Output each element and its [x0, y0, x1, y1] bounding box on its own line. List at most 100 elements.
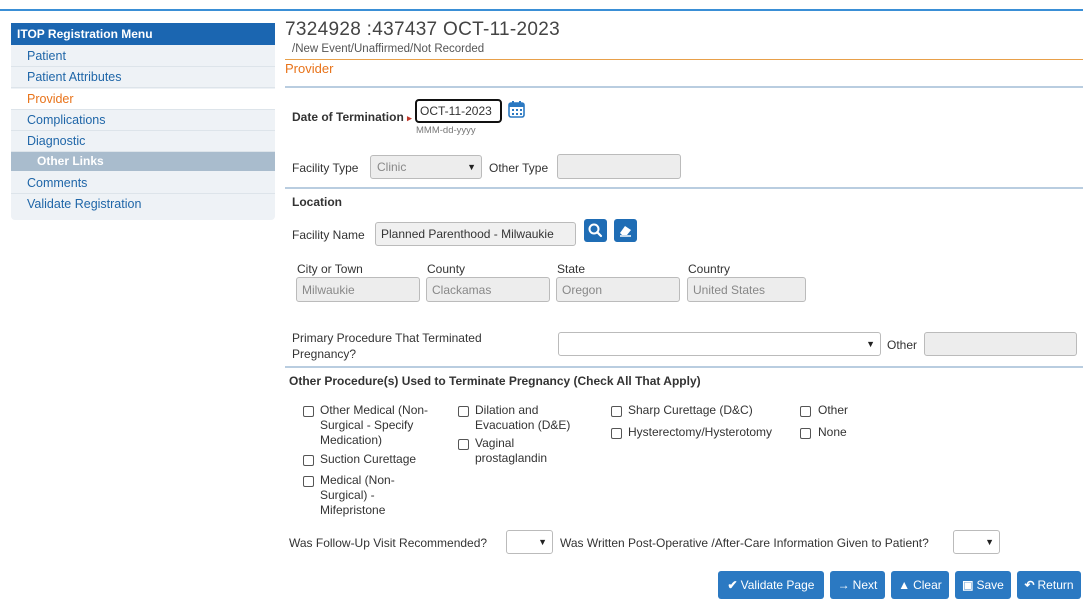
section-title: Provider: [285, 61, 334, 76]
label-line: Dilation and: [475, 403, 539, 417]
checkbox-other[interactable]: [800, 406, 811, 417]
label-hysterectomy: Hysterectomy/Hysterotomy: [628, 425, 773, 439]
checkbox-suction-curettage[interactable]: [303, 455, 314, 466]
sidebar-item-patient-attributes[interactable]: Patient Attributes: [11, 67, 275, 88]
location-divider: [285, 187, 1083, 189]
check-circle-icon: ✔: [727, 578, 738, 592]
state-label: State: [557, 262, 586, 276]
label-vaginal-prostaglandin: Vaginal prostaglandin: [475, 436, 547, 466]
label-none: None: [818, 425, 847, 439]
state-input[interactable]: [556, 277, 680, 302]
sidebar-title: ITOP Registration Menu: [11, 23, 275, 45]
next-button[interactable]: → Next: [830, 571, 885, 599]
sidebar-item-other-links[interactable]: Other Links: [11, 152, 275, 171]
county-input[interactable]: [426, 277, 550, 302]
facility-type-select[interactable]: Clinic ▼: [370, 155, 482, 179]
label-mifepristone: Medical (Non- Surgical) - Mifepristone: [320, 473, 395, 518]
next-label: Next: [852, 578, 878, 592]
followup-select[interactable]: ▼: [506, 530, 553, 554]
other-procedures-label: Other Procedure(s) Used to Terminate Pre…: [289, 374, 701, 388]
facility-name-label: Facility Name: [292, 228, 365, 242]
label-line: Medical (Non-: [320, 473, 395, 487]
county-label: County: [427, 262, 466, 276]
primary-other-label: Other: [887, 338, 918, 352]
primary-procedure-label-line2: Pregnancy?: [292, 347, 357, 361]
primary-procedure-label-line1: Primary Procedure That Terminated: [292, 331, 482, 345]
clear-facility-button[interactable]: [614, 219, 637, 242]
label-line: Other Medical (Non-: [320, 403, 429, 417]
checkbox-vaginal-prostaglandin[interactable]: [458, 439, 469, 450]
sidebar-item-diagnostic[interactable]: Diagnostic: [11, 131, 275, 152]
checkbox-sharp-curettage[interactable]: [611, 406, 622, 417]
header-divider: [285, 59, 1083, 60]
required-marker: ▸: [407, 113, 412, 123]
country-label: Country: [688, 262, 731, 276]
top-bar-line: [0, 9, 1083, 11]
chevron-down-icon: ▼: [538, 537, 547, 547]
search-icon: [588, 223, 603, 238]
checkbox-hysterectomy[interactable]: [611, 428, 622, 439]
primary-other-input[interactable]: [924, 332, 1077, 356]
section-divider: [285, 86, 1083, 88]
label-sharp-curettage: Sharp Curettage (D&C): [628, 403, 753, 417]
floppy-disk-icon: ▣: [962, 578, 974, 592]
label-line: Mifepristone: [320, 503, 386, 517]
top-bar: [0, 0, 1083, 9]
date-format-hint: MMM-dd-yyyy: [416, 125, 476, 136]
sidebar-item-complications[interactable]: Complications: [11, 110, 275, 131]
eraser-icon: ▲: [898, 578, 911, 592]
chevron-down-icon: ▼: [866, 339, 875, 349]
search-button[interactable]: [584, 219, 607, 242]
checkbox-other-medical[interactable]: [303, 406, 314, 417]
return-label: Return: [1037, 578, 1074, 592]
sidebar-item-provider[interactable]: Provider: [11, 89, 275, 110]
sidebar-item-validate-registration[interactable]: Validate Registration: [11, 194, 275, 215]
validate-label: Validate Page: [740, 578, 815, 592]
postop-label: Was Written Post-Operative /After-Care I…: [560, 536, 929, 550]
label-line: Evacuation (D&E): [475, 418, 571, 432]
termination-label-wrap: Date of Termination ▸: [292, 110, 412, 124]
return-button[interactable]: ↶ Return: [1017, 571, 1081, 599]
followup-label: Was Follow-Up Visit Recommended?: [289, 536, 488, 550]
label-other-medical: Other Medical (Non- Surgical - Specify M…: [320, 403, 428, 448]
clear-button[interactable]: ▲ Clear: [891, 571, 949, 599]
other-type-input[interactable]: [557, 154, 681, 179]
other-type-label: Other Type: [489, 161, 549, 175]
checkbox-mifepristone[interactable]: [303, 476, 314, 487]
validate-page-button[interactable]: ✔ Validate Page: [718, 571, 824, 599]
label-suction-curettage: Suction Curettage: [320, 452, 417, 466]
primary-procedure-select[interactable]: ▼: [558, 332, 881, 356]
save-button[interactable]: ▣ Save: [955, 571, 1011, 599]
facility-type-value: Clinic: [377, 160, 407, 174]
termination-date-input[interactable]: [415, 99, 502, 123]
country-input[interactable]: [687, 277, 806, 302]
label-line: Surgical) -: [320, 488, 375, 502]
label-dne: Dilation and Evacuation (D&E): [475, 403, 570, 433]
sidebar-item-patient[interactable]: Patient: [11, 46, 275, 67]
location-label: Location: [292, 195, 342, 209]
label-line: Vaginal: [475, 436, 515, 450]
label-line: prostaglandin: [475, 451, 548, 465]
arrow-right-icon: →: [837, 578, 850, 592]
sidebar-item-comments[interactable]: Comments: [11, 173, 275, 194]
label-line: Surgical - Specify: [320, 418, 414, 432]
chevron-down-icon: ▼: [985, 537, 994, 547]
city-label: City or Town: [297, 262, 363, 276]
postop-select[interactable]: ▼: [953, 530, 1000, 554]
facility-type-label: Facility Type: [292, 161, 359, 175]
termination-label: Date of Termination: [292, 110, 404, 124]
facility-name-input[interactable]: [375, 222, 576, 246]
label-other: Other: [818, 403, 849, 417]
checkbox-none[interactable]: [800, 428, 811, 439]
procedures-divider: [285, 366, 1083, 368]
clear-label: Clear: [913, 578, 942, 592]
checkbox-dne[interactable]: [458, 406, 469, 417]
chevron-down-icon: ▼: [467, 162, 476, 172]
eraser-icon: [620, 226, 631, 237]
save-label: Save: [976, 578, 1004, 592]
label-line: Medication): [320, 433, 383, 447]
city-input[interactable]: [296, 277, 420, 302]
undo-icon: ↶: [1024, 578, 1035, 592]
sidebar: ITOP Registration Menu Patient Patient A…: [11, 23, 275, 220]
calendar-icon[interactable]: [507, 100, 526, 119]
